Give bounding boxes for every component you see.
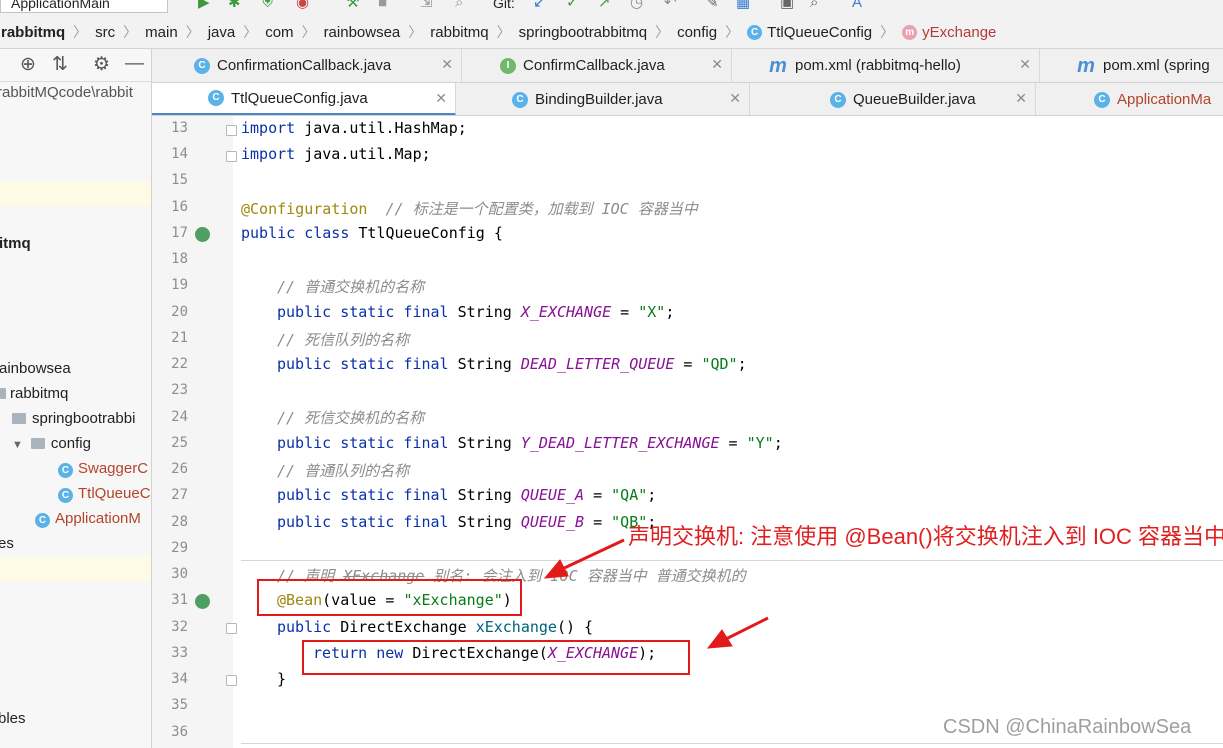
arrow-icon bbox=[543, 538, 625, 579]
watermark: CSDN @ChinaRainbowSea bbox=[943, 716, 1192, 738]
annotation-callout: 声明交换机: 注意使用 @Bean()将交换机注入到 IOC 容器当中 bbox=[628, 524, 1223, 549]
arrow-icon bbox=[706, 616, 769, 649]
annotation-arrows bbox=[543, 538, 769, 649]
